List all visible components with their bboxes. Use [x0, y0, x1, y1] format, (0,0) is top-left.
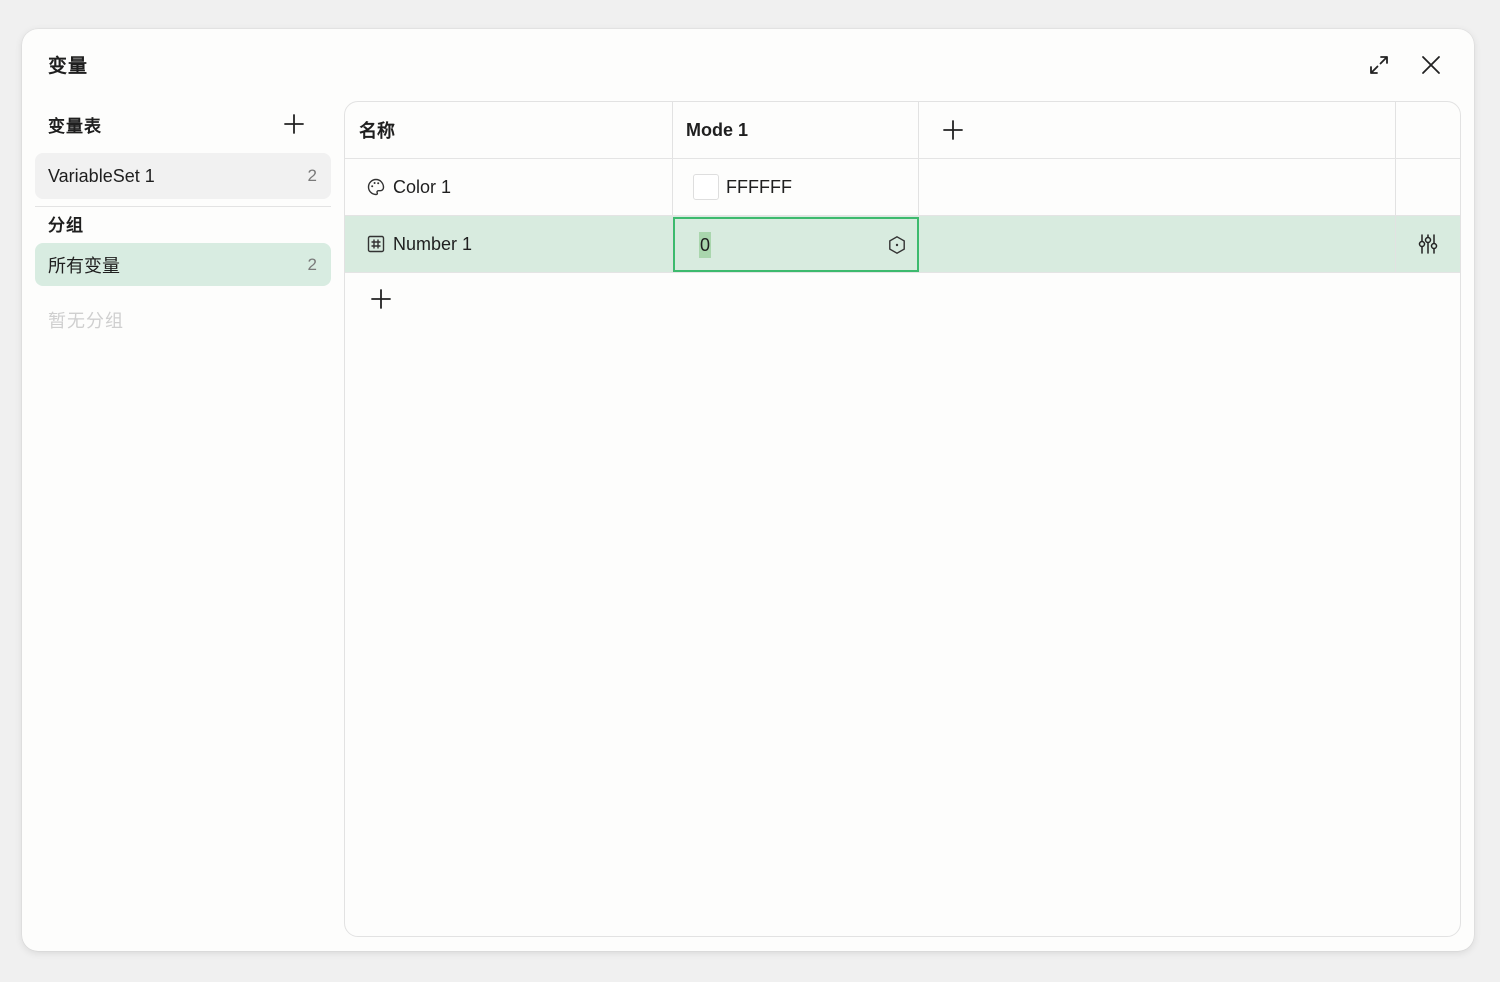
empty-groups-text: 暂无分组 — [48, 311, 124, 331]
column-divider — [918, 159, 919, 215]
plus-icon — [284, 114, 304, 134]
add-mode-cell — [919, 102, 1395, 158]
groups-heading: 分组 — [48, 216, 84, 235]
variable-set-item[interactable]: VariableSet 1 2 — [35, 153, 331, 199]
column-divider — [1395, 102, 1396, 158]
variable-name-cell[interactable]: Color 1 — [345, 159, 672, 215]
variables-table: 名称 Mode 1 Color 1 FFFFFF Number 1 0 — [344, 101, 1461, 937]
sliders-icon — [1418, 234, 1438, 254]
palette-icon — [367, 178, 385, 196]
variable-name-cell[interactable]: Number 1 — [345, 216, 672, 272]
group-item-all-variables[interactable]: 所有变量 2 — [35, 243, 331, 286]
row-settings-cell — [1396, 216, 1460, 272]
add-variable-button[interactable] — [365, 283, 397, 315]
hash-icon — [367, 235, 385, 253]
table-row-selected[interactable]: Number 1 0 — [345, 216, 1460, 273]
variable-value-input[interactable]: 0 — [673, 217, 919, 272]
hexagon-dot-icon[interactable] — [887, 235, 907, 255]
variable-sets-heading: 变量表 — [48, 117, 102, 136]
expand-button[interactable] — [1363, 49, 1395, 81]
variable-value[interactable]: 0 — [699, 231, 712, 258]
table-row[interactable]: Color 1 FFFFFF — [345, 159, 1460, 216]
close-icon — [1422, 56, 1440, 74]
add-mode-button[interactable] — [941, 118, 965, 142]
table-header-row: 名称 Mode 1 — [345, 102, 1460, 159]
header-mode-label: Mode 1 — [686, 119, 749, 140]
variable-name: Color 1 — [393, 176, 452, 197]
variable-set-count: 2 — [307, 166, 317, 185]
group-label: 所有变量 — [48, 255, 120, 276]
close-button[interactable] — [1415, 49, 1447, 81]
dialog-title: 变量 — [48, 56, 89, 77]
color-swatch[interactable] — [693, 174, 719, 200]
plus-icon — [371, 289, 391, 309]
variable-name: Number 1 — [393, 233, 473, 254]
variable-set-label: VariableSet 1 — [48, 165, 155, 186]
variable-settings-button[interactable] — [1414, 230, 1442, 258]
sidebar-divider — [35, 206, 331, 207]
expand-icon — [1370, 56, 1388, 74]
variables-dialog: 变量 变量表 VariableSet 1 2 分组 所有变量 2 暂无分组 名称 — [22, 29, 1474, 951]
column-divider — [1395, 159, 1396, 215]
header-name-label: 名称 — [359, 121, 395, 141]
variable-value: FFFFFF — [726, 176, 792, 197]
group-count: 2 — [307, 254, 317, 274]
add-variable-set-button[interactable] — [278, 108, 310, 140]
header-name-cell: 名称 — [345, 102, 672, 158]
variable-value-cell[interactable]: FFFFFF — [673, 159, 918, 215]
header-mode-cell[interactable]: Mode 1 — [673, 102, 918, 158]
plus-icon — [943, 120, 963, 140]
